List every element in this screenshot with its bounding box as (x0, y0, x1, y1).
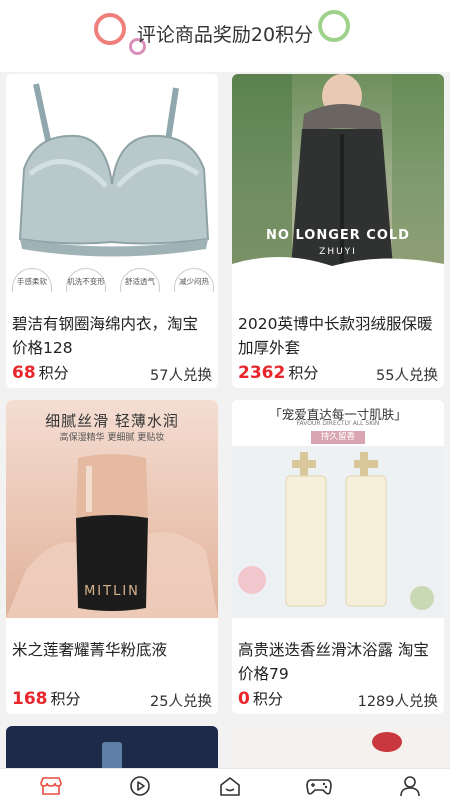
product-card[interactable] (232, 726, 444, 774)
redeem-count: 1289人兑换 (357, 694, 438, 710)
play-icon (130, 776, 150, 796)
page-title: 评论商品奖励20积分 (136, 24, 314, 46)
product-card[interactable]: NO LONGER COLD ZHUYI 2020英博中长款羽绒服保暖加厚外套 … (232, 74, 444, 388)
product-card[interactable] (6, 726, 218, 774)
store-icon (40, 777, 62, 795)
points-value: 0 (238, 689, 250, 709)
product-price: 168 积分 (12, 688, 81, 709)
nav-item-video[interactable] (127, 775, 153, 797)
product-card[interactable]: 细腻丝滑 轻薄水润 高保湿精华 更细腻 更贴妆 MITLIN 米之莲奢耀菁华粉底… (6, 400, 218, 714)
product-price: 68 积分 (12, 362, 69, 383)
user-icon (400, 776, 420, 797)
gamepad-icon (306, 779, 332, 795)
product-image: 细腻丝滑 轻薄水润 高保湿精华 更细腻 更贴妆 MITLIN (6, 400, 218, 618)
redeem-count: 25人兑换 (150, 694, 212, 710)
redeem-count: 55人兑换 (376, 368, 438, 384)
points-value: 2362 (238, 363, 286, 383)
points-unit: 积分 (288, 364, 319, 382)
product-name: 高贵迷迭香丝滑沐浴露 淘宝价格79 (238, 641, 429, 683)
product-price: 2362 积分 (238, 362, 318, 383)
points-unit: 积分 (252, 690, 283, 708)
page-header: 评论商品奖励20积分 (0, 0, 450, 72)
points-value: 68 (12, 363, 36, 383)
home-icon (220, 777, 240, 796)
nav-item-profile[interactable] (397, 775, 423, 797)
nav-item-home[interactable] (217, 775, 243, 797)
points-unit: 积分 (38, 364, 69, 382)
points-value: 168 (12, 689, 48, 709)
product-price: 0 积分 (238, 688, 283, 709)
product-image (372, 732, 402, 752)
product-image: 「宠爱直达每一寸肌肤」 FAVOUR DIRECTLY ALL SKIN 持久留… (232, 400, 444, 618)
product-card[interactable]: 手感柔软 机洗不变形 舒适透气 减少闷热 碧洁有钢圈海绵内衣，淘宝价格128 6… (6, 74, 218, 388)
bottle-brand: MITLIN (84, 584, 140, 599)
product-name: 米之莲奢耀菁华粉底液 (12, 641, 168, 659)
nav-item-games[interactable] (306, 775, 332, 797)
banner-subtext: ZHUYI (319, 247, 357, 257)
product-image: 手感柔软 机洗不变形 舒适透气 减少闷热 (6, 74, 218, 292)
points-unit: 积分 (50, 690, 81, 708)
banner-text: NO LONGER COLD (266, 228, 410, 243)
redeem-count: 57人兑换 (150, 368, 212, 384)
product-card[interactable]: 「宠爱直达每一寸肌肤」 FAVOUR DIRECTLY ALL SKIN 持久留… (232, 400, 444, 714)
bottom-nav (0, 768, 450, 800)
product-image: NO LONGER COLD ZHUYI (232, 74, 444, 292)
nav-item-store[interactable] (38, 775, 64, 797)
product-name: 2020英博中长款羽绒服保暖加厚外套 (238, 315, 433, 357)
product-name: 碧洁有钢圈海绵内衣，淘宝价格128 (12, 315, 199, 357)
